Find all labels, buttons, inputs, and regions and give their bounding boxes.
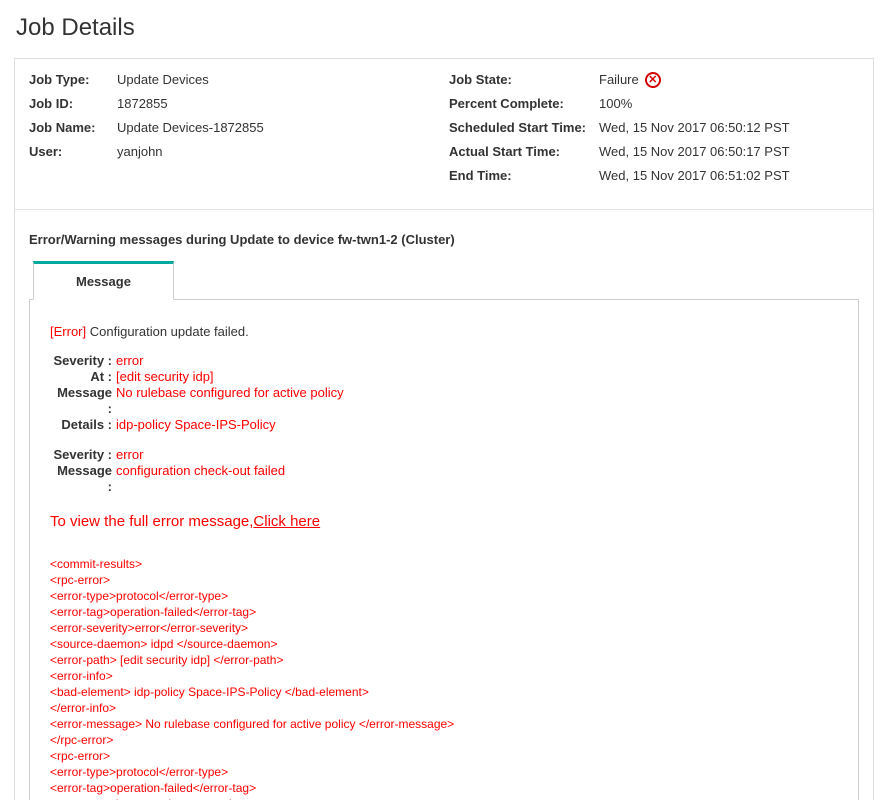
xml-line: <source-daemon> idpd </source-daemon> bbox=[50, 636, 838, 652]
job-name-value: Update Devices-1872855 bbox=[117, 119, 264, 137]
job-type-value: Update Devices bbox=[117, 71, 209, 89]
xml-line: </error-info> bbox=[50, 700, 838, 716]
xml-line: <error-tag>operation-failed</error-tag> bbox=[50, 604, 838, 620]
sev1-v: error bbox=[116, 353, 143, 369]
message-header: [Error] Configuration update failed. bbox=[50, 324, 838, 339]
xml-line: <rpc-error> bbox=[50, 572, 838, 588]
at1-v: [edit security idp] bbox=[116, 369, 214, 385]
error-tag: [Error] bbox=[50, 324, 86, 339]
percent-row: Percent Complete: 100% bbox=[449, 95, 859, 113]
end-row: End Time: Wed, 15 Nov 2017 06:51:02 PST bbox=[449, 167, 859, 185]
sev2-v: error bbox=[116, 447, 143, 463]
percent-value: 100% bbox=[599, 95, 632, 113]
xml-line: <error-severity>error</error-severity> bbox=[50, 796, 838, 800]
sched-row: Scheduled Start Time: Wed, 15 Nov 2017 0… bbox=[449, 119, 859, 137]
sev1-k: Severity : bbox=[50, 353, 112, 369]
job-meta: Job Type: Update Devices Job ID: 1872855… bbox=[29, 71, 859, 191]
job-state-value: Failure ✕ bbox=[599, 71, 661, 89]
msg2-k: Message : bbox=[50, 463, 112, 495]
sched-label: Scheduled Start Time: bbox=[449, 119, 599, 137]
job-type-label: Job Type: bbox=[29, 71, 117, 89]
job-user-row: User: yanjohn bbox=[29, 143, 439, 161]
sched-value: Wed, 15 Nov 2017 06:50:12 PST bbox=[599, 119, 790, 137]
xml-line: <bad-element> idp-policy Space-IPS-Polic… bbox=[50, 684, 838, 700]
msg1-k: Message : bbox=[50, 385, 112, 417]
tab-bar: Message bbox=[33, 261, 859, 299]
xml-line: <error-severity>error</error-severity> bbox=[50, 620, 838, 636]
at1-k: At : bbox=[50, 369, 112, 385]
xml-line: <commit-results> bbox=[50, 556, 838, 572]
failure-icon: ✕ bbox=[645, 72, 661, 88]
xml-dump: <commit-results><rpc-error><error-type>p… bbox=[50, 556, 838, 800]
xml-line: <error-path> [edit security idp] </error… bbox=[50, 652, 838, 668]
job-state-text: Failure bbox=[599, 71, 639, 89]
click-here-link[interactable]: Click here bbox=[253, 513, 320, 530]
full-error-prompt: To view the full error message,Click her… bbox=[50, 513, 838, 530]
job-user-label: User: bbox=[29, 143, 117, 161]
meta-right-col: Job State: Failure ✕ Percent Complete: 1… bbox=[449, 71, 859, 191]
meta-left-col: Job Type: Update Devices Job ID: 1872855… bbox=[29, 71, 439, 191]
xml-line: </rpc-error> bbox=[50, 732, 838, 748]
msg2-v: configuration check-out failed bbox=[116, 463, 285, 495]
job-user-value: yanjohn bbox=[117, 143, 163, 161]
error-block-1: Severity : error At : [edit security idp… bbox=[50, 353, 838, 433]
actual-row: Actual Start Time: Wed, 15 Nov 2017 06:5… bbox=[449, 143, 859, 161]
det1-k: Details : bbox=[50, 417, 112, 433]
job-name-row: Job Name: Update Devices-1872855 bbox=[29, 119, 439, 137]
job-id-label: Job ID: bbox=[29, 95, 117, 113]
end-value: Wed, 15 Nov 2017 06:51:02 PST bbox=[599, 167, 790, 185]
page-title: Job Details bbox=[0, 0, 888, 48]
error-block-2: Severity : error Message : configuration… bbox=[50, 447, 838, 495]
full-error-text: To view the full error message, bbox=[50, 513, 253, 530]
error-section-title: Error/Warning messages during Update to … bbox=[29, 210, 859, 261]
tab-message[interactable]: Message bbox=[33, 261, 174, 300]
actual-value: Wed, 15 Nov 2017 06:50:17 PST bbox=[599, 143, 790, 161]
xml-line: <error-type>protocol</error-type> bbox=[50, 764, 838, 780]
xml-line: <error-info> bbox=[50, 668, 838, 684]
xml-line: <error-message> No rulebase configured f… bbox=[50, 716, 838, 732]
job-id-value: 1872855 bbox=[117, 95, 168, 113]
det1-v: idp-policy Space-IPS-Policy bbox=[116, 417, 276, 433]
actual-label: Actual Start Time: bbox=[449, 143, 599, 161]
xml-line: <error-type>protocol</error-type> bbox=[50, 588, 838, 604]
xml-line: <rpc-error> bbox=[50, 748, 838, 764]
xml-line: <error-tag>operation-failed</error-tag> bbox=[50, 780, 838, 796]
end-label: End Time: bbox=[449, 167, 599, 185]
job-state-row: Job State: Failure ✕ bbox=[449, 71, 859, 89]
job-details-panel: Job Type: Update Devices Job ID: 1872855… bbox=[14, 58, 874, 800]
sev2-k: Severity : bbox=[50, 447, 112, 463]
msg1-v: No rulebase configured for active policy bbox=[116, 385, 344, 417]
message-tab-content: [Error] Configuration update failed. Sev… bbox=[29, 299, 859, 800]
job-id-row: Job ID: 1872855 bbox=[29, 95, 439, 113]
percent-label: Percent Complete: bbox=[449, 95, 599, 113]
job-name-label: Job Name: bbox=[29, 119, 117, 137]
job-state-label: Job State: bbox=[449, 71, 599, 89]
error-header-text: Configuration update failed. bbox=[86, 324, 249, 339]
job-type-row: Job Type: Update Devices bbox=[29, 71, 439, 89]
